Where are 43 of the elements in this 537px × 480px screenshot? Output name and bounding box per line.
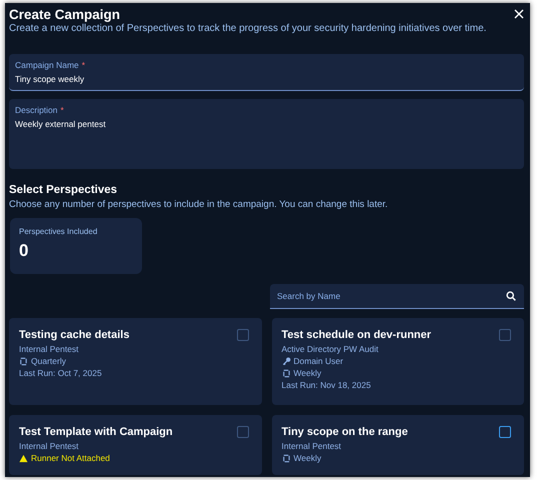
checkbox[interactable] bbox=[236, 329, 248, 341]
card-detail: Weekly bbox=[294, 453, 322, 463]
card-title: Test Template with Campaign bbox=[19, 426, 173, 438]
card-detail: Last Run: Oct 7, 2025 bbox=[19, 368, 103, 378]
dialog-subtitle: Create a new collection of Perspectives to track the progress of your security hardening initiatives over time. bbox=[9, 23, 488, 34]
card-type: Internal Pentest bbox=[19, 441, 80, 451]
card-type: Active Directory PW Audit bbox=[282, 344, 380, 354]
card-detail: Quarterly bbox=[31, 356, 66, 366]
perspective-card[interactable]: Tiny scope on the range Internal Pentest Weekly bbox=[272, 415, 524, 475]
counter-label: Perspectives Included bbox=[19, 227, 98, 236]
checkbox[interactable] bbox=[499, 426, 511, 438]
card-title: Tiny scope on the range bbox=[282, 426, 408, 438]
card-title: Testing cache details bbox=[19, 329, 130, 341]
perspective-card[interactable]: Testing cache details Internal Pentest Quarterly Last Run: Oct 7, 2025 bbox=[9, 318, 262, 405]
key-icon bbox=[282, 356, 290, 366]
card-detail: Domain User bbox=[294, 356, 344, 366]
field-label: Campaign Name bbox=[15, 60, 79, 70]
search-field[interactable]: Search by Name bbox=[270, 284, 524, 309]
required-mark: * bbox=[82, 60, 86, 70]
card-detail: Weekly bbox=[294, 368, 322, 378]
card-type: Internal Pentest bbox=[19, 344, 80, 354]
checkbox[interactable] bbox=[499, 329, 511, 341]
close-icon bbox=[514, 9, 524, 19]
card-detail: Last Run: Nov 18, 2025 bbox=[282, 380, 372, 390]
card-type: Internal Pentest bbox=[282, 441, 342, 451]
description-field[interactable]: Description * Weekly external pentest bbox=[9, 99, 524, 169]
card-detail: Runner Not Attached bbox=[31, 453, 110, 463]
search-icon bbox=[506, 291, 516, 301]
section-subtitle: Choose any number of perspectives to include in the campaign. You can change this later. bbox=[9, 199, 389, 210]
field-label: Description bbox=[15, 105, 58, 115]
checkbox[interactable] bbox=[236, 426, 248, 438]
name-field[interactable]: Campaign Name * Tiny scope weekly bbox=[9, 54, 524, 91]
card-title: Test schedule on dev-runner bbox=[282, 329, 432, 341]
field-value: Weekly external pentest bbox=[15, 119, 107, 129]
dialog-title: Create Campaign bbox=[9, 7, 120, 22]
required-mark: * bbox=[60, 105, 64, 115]
warning-icon bbox=[19, 454, 28, 462]
section-title: Select Perspectives bbox=[9, 184, 118, 196]
perspective-card[interactable]: Test schedule on dev-runner Active Directory PW Audit Domain User Weekly Last Run: Nov 18, 2025 bbox=[272, 318, 524, 405]
field-value: Tiny scope weekly bbox=[15, 74, 86, 84]
counter-value: 0 bbox=[19, 241, 30, 261]
perspective-card[interactable]: Test Template with Campaign Internal Pentest Runner Not Attached bbox=[9, 415, 262, 475]
close-button[interactable] bbox=[514, 9, 524, 19]
